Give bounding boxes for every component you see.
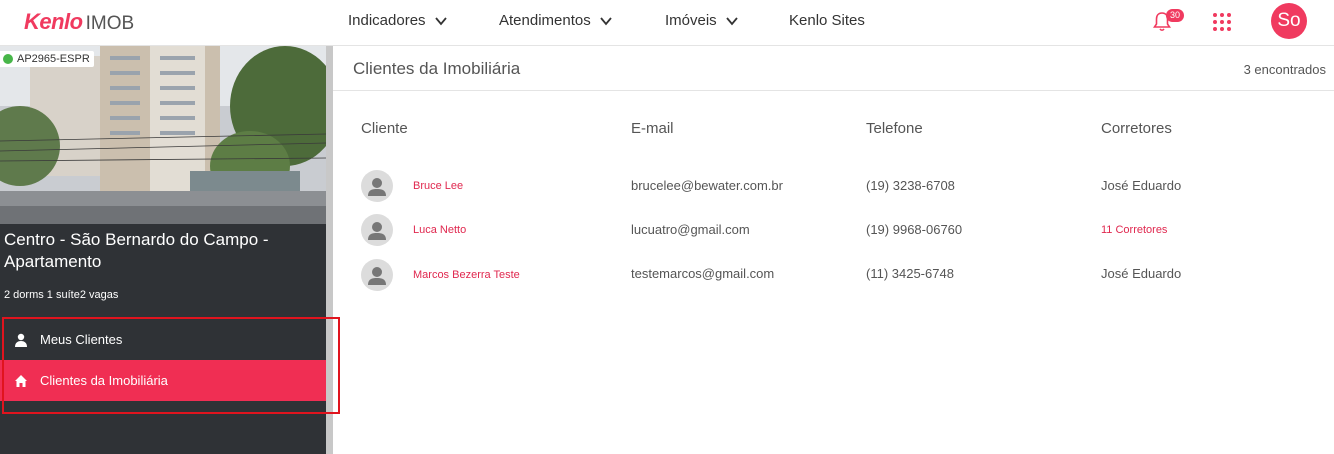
status-dot (3, 54, 13, 64)
column-header-telefone: Telefone (866, 120, 923, 137)
property-photo[interactable]: AP2965-ESPR (0, 46, 326, 224)
logo-product: IMOB (85, 13, 135, 34)
property-specs: 2 dorms 1 suíte2 vagas (4, 289, 119, 301)
nav-kenlo-sites[interactable]: Kenlo Sites (789, 12, 865, 29)
page-title: Clientes da Imobiliária (353, 59, 521, 78)
column-header-email: E-mail (631, 120, 674, 137)
client-broker: José Eduardo (1101, 266, 1182, 281)
client-name-link[interactable]: Marcos Bezerra Teste (413, 269, 520, 281)
chevron-down-icon (725, 16, 738, 25)
logo-brand: Kenlo (24, 9, 83, 34)
brokers-link[interactable]: 11 Corretores (1101, 224, 1167, 236)
client-avatar (361, 259, 393, 291)
property-code-badge: AP2965-ESPR (0, 51, 94, 67)
client-phone: (19) 3238-6708 (866, 178, 955, 193)
client-email: testemarcos@gmail.com (631, 266, 775, 281)
main-header: Clientes da Imobiliária 3 encontrados (333, 46, 1334, 91)
client-name-link[interactable]: Bruce Lee (413, 180, 463, 192)
client-broker: José Eduardo (1101, 178, 1182, 193)
highlight-annotation-box (2, 317, 340, 414)
column-header-corretores: Corretores (1101, 120, 1172, 137)
user-icon (368, 178, 386, 196)
property-photo-image (0, 46, 326, 224)
property-title: Centro - São Bernardo do Campo - Apartam… (4, 230, 269, 271)
client-email: brucelee@bewater.com.br (631, 178, 783, 193)
client-avatar (361, 214, 393, 246)
nav-atendimentos[interactable]: Atendimentos (499, 12, 613, 29)
client-avatar (361, 170, 393, 202)
client-phone: (19) 9968-06760 (866, 222, 963, 237)
nav-label: Imóveis (665, 12, 717, 29)
nav-label: Indicadores (348, 12, 426, 29)
notification-badge: 30 (1166, 9, 1185, 22)
nav-imoveis[interactable]: Imóveis (665, 12, 739, 29)
user-icon (368, 222, 386, 240)
top-bar: Kenlo IMOB Indicadores Atendimentos Imóve… (0, 0, 1334, 46)
result-count: 3 encontrados (1243, 62, 1326, 77)
nav-label: Kenlo Sites (789, 12, 865, 29)
client-phone: (11) 3425-6748 (866, 266, 954, 281)
user-icon (368, 267, 386, 285)
apps-grid-icon[interactable] (1212, 12, 1232, 32)
nav-indicadores[interactable]: Indicadores (348, 12, 448, 29)
chevron-down-icon (600, 16, 612, 25)
kenlo-logo[interactable]: Kenlo IMOB (24, 9, 134, 35)
chevron-down-icon (434, 16, 447, 25)
column-header-cliente: Cliente (361, 120, 408, 137)
client-email: lucuatro@gmail.com (631, 222, 750, 237)
nav-label: Atendimentos (499, 12, 591, 29)
client-name-link[interactable]: Luca Netto (413, 224, 466, 236)
property-code: AP2965-ESPR (17, 53, 90, 65)
user-avatar[interactable]: So (1271, 3, 1307, 39)
